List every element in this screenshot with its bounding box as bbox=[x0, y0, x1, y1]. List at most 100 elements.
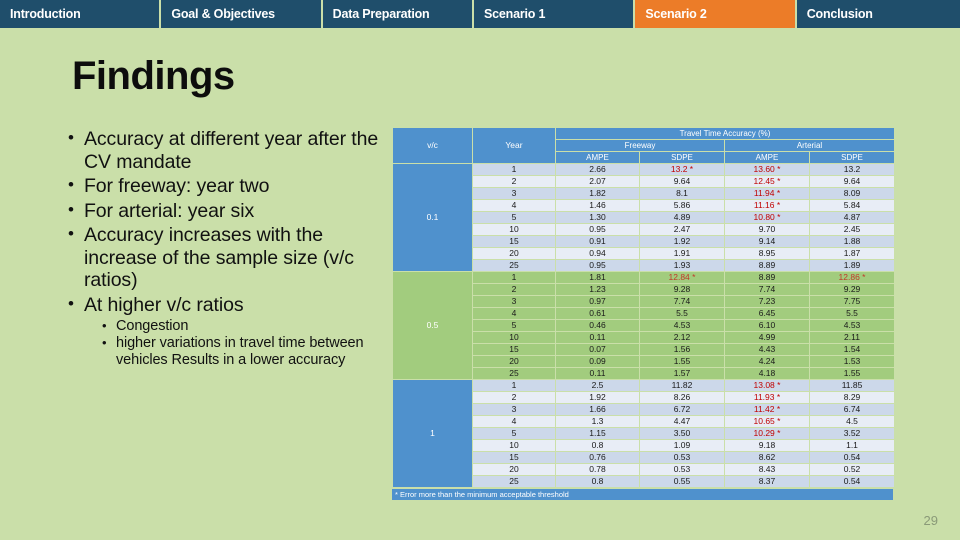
nav-tab-conclusion[interactable]: Conclusion bbox=[796, 0, 960, 28]
cell-year: 20 bbox=[473, 356, 555, 367]
cell-arterial-ampe: 11.93 * bbox=[725, 392, 809, 403]
cell-freeway-sdpe: 4.53 bbox=[640, 320, 724, 331]
cell-year: 3 bbox=[473, 188, 555, 199]
cell-arterial-sdpe: 0.54 bbox=[810, 452, 895, 463]
cell-year: 10 bbox=[473, 224, 555, 235]
cell-year: 2 bbox=[473, 284, 555, 295]
cell-arterial-sdpe: 8.29 bbox=[810, 392, 895, 403]
cell-arterial-sdpe: 1.55 bbox=[810, 368, 895, 379]
cell-freeway-ampe: 0.95 bbox=[556, 224, 639, 235]
cell-arterial-ampe: 10.80 * bbox=[725, 212, 809, 223]
nav-tab-scenario-2[interactable]: Scenario 2 bbox=[635, 0, 795, 28]
column-group-travel-time-accuracy: Travel Time Accuracy (%) bbox=[556, 128, 895, 139]
cell-freeway-sdpe: 0.55 bbox=[640, 476, 724, 487]
cell-year: 25 bbox=[473, 476, 555, 487]
cell-freeway-sdpe: 8.1 bbox=[640, 188, 724, 199]
cell-year: 5 bbox=[473, 212, 555, 223]
top-navigation-bar: Introduction Goal & Objectives Data Prep… bbox=[0, 0, 960, 28]
vc-group-cell: 1 bbox=[393, 380, 472, 487]
table-row: 0.1 1 2.66 13.2 * 13.60 * 13.2 bbox=[393, 164, 895, 271]
cell-freeway-ampe: 0.97 bbox=[556, 296, 639, 307]
cell-arterial-ampe: 8.89 bbox=[725, 260, 809, 271]
cell-freeway-ampe: 1.66 bbox=[556, 404, 639, 415]
cell-arterial-sdpe: 0.54 bbox=[810, 476, 895, 487]
cell-freeway-sdpe: 9.28 bbox=[640, 284, 724, 295]
cell-arterial-ampe: 4.43 bbox=[725, 344, 809, 355]
cell-arterial-ampe: 9.14 bbox=[725, 236, 809, 247]
cell-freeway-sdpe: 5.86 bbox=[640, 200, 724, 211]
cell-freeway-ampe: 0.94 bbox=[556, 248, 639, 259]
cell-arterial-sdpe: 1.54 bbox=[810, 344, 895, 355]
cell-arterial-sdpe: 0.52 bbox=[810, 464, 895, 475]
cell-year: 1 bbox=[473, 164, 555, 175]
cell-year: 4 bbox=[473, 200, 555, 211]
cell-year: 4 bbox=[473, 416, 555, 427]
cell-arterial-ampe: 9.18 bbox=[725, 440, 809, 451]
column-group-freeway: Freeway bbox=[556, 140, 724, 151]
cell-arterial-ampe: 4.18 bbox=[725, 368, 809, 379]
cell-freeway-sdpe: 6.72 bbox=[640, 404, 724, 415]
cell-freeway-ampe: 0.78 bbox=[556, 464, 639, 475]
cell-arterial-ampe: 13.60 * bbox=[725, 164, 809, 175]
nav-tab-data-preparation[interactable]: Data Preparation bbox=[322, 0, 473, 28]
cell-arterial-ampe: 10.65 * bbox=[725, 416, 809, 427]
cell-freeway-ampe: 0.8 bbox=[556, 476, 639, 487]
cell-arterial-ampe: 12.45 * bbox=[725, 176, 809, 187]
bullet-item: Accuracy increases with the increase of … bbox=[66, 223, 386, 292]
cell-freeway-sdpe: 1.09 bbox=[640, 440, 724, 451]
cell-freeway-sdpe: 12.84 * bbox=[640, 272, 724, 283]
cell-freeway-sdpe: 1.57 bbox=[640, 368, 724, 379]
cell-freeway-sdpe: 1.91 bbox=[640, 248, 724, 259]
table-row: 0.5 1 1.81 12.84 * 8.89 12.86 * bbox=[393, 272, 895, 379]
cell-freeway-ampe: 2.07 bbox=[556, 176, 639, 187]
cell-arterial-sdpe: 7.75 bbox=[810, 296, 895, 307]
cell-arterial-sdpe: 5.5 bbox=[810, 308, 895, 319]
table-header-row-1: v/c Year Travel Time Accuracy (%) bbox=[393, 128, 895, 163]
table-header: v/c Year Travel Time Accuracy (%) Freewa… bbox=[393, 128, 895, 163]
bullet-item: At higher v/c ratios bbox=[66, 293, 386, 317]
cell-arterial-ampe: 11.42 * bbox=[725, 404, 809, 415]
cell-freeway-sdpe: 0.53 bbox=[640, 452, 724, 463]
nav-tab-goal-objectives[interactable]: Goal & Objectives bbox=[161, 0, 321, 28]
cell-freeway-sdpe: 2.12 bbox=[640, 332, 724, 343]
cell-freeway-ampe: 0.8 bbox=[556, 440, 639, 451]
cell-freeway-sdpe: 1.92 bbox=[640, 236, 724, 247]
cell-arterial-ampe: 8.37 bbox=[725, 476, 809, 487]
nav-tab-scenario-1[interactable]: Scenario 1 bbox=[474, 0, 634, 28]
cell-arterial-sdpe: 8.09 bbox=[810, 188, 895, 199]
column-header-arterial-sdpe: SDPE bbox=[810, 152, 895, 163]
cell-arterial-ampe: 6.45 bbox=[725, 308, 809, 319]
cell-year: 2 bbox=[473, 392, 555, 403]
vc-group-cell: 0.5 bbox=[393, 272, 472, 379]
nav-tab-introduction[interactable]: Introduction bbox=[0, 0, 160, 28]
cell-arterial-sdpe: 9.64 bbox=[810, 176, 895, 187]
cell-arterial-sdpe: 1.53 bbox=[810, 356, 895, 367]
cell-arterial-sdpe: 5.84 bbox=[810, 200, 895, 211]
cell-arterial-ampe: 8.89 bbox=[725, 272, 809, 283]
cell-freeway-sdpe: 1.93 bbox=[640, 260, 724, 271]
travel-time-accuracy-table-container: v/c Year Travel Time Accuracy (%) Freewa… bbox=[392, 127, 895, 500]
cell-freeway-ampe: 1.15 bbox=[556, 428, 639, 439]
column-header-freeway-ampe: AMPE bbox=[556, 152, 639, 163]
cell-arterial-ampe: 7.23 bbox=[725, 296, 809, 307]
cell-freeway-ampe: 0.91 bbox=[556, 236, 639, 247]
cell-arterial-ampe: 11.16 * bbox=[725, 200, 809, 211]
cell-freeway-ampe: 2.66 bbox=[556, 164, 639, 175]
cell-freeway-ampe: 1.3 bbox=[556, 416, 639, 427]
slide-page-number: 29 bbox=[923, 513, 938, 528]
cell-arterial-sdpe: 4.87 bbox=[810, 212, 895, 223]
table-body: 0.1 1 2.66 13.2 * 13.60 * 13.2 2 2.07 9.64 12.45 … bbox=[393, 164, 895, 487]
cell-freeway-ampe: 1.30 bbox=[556, 212, 639, 223]
cell-year: 25 bbox=[473, 260, 555, 271]
cell-year: 25 bbox=[473, 368, 555, 379]
table-row: 1 1 2.5 11.82 13.08 * 11.85 bbox=[393, 380, 895, 487]
sub-bullet-item: higher variations in travel time between… bbox=[66, 334, 386, 369]
cell-year: 20 bbox=[473, 464, 555, 475]
cell-year: 1 bbox=[473, 272, 555, 283]
cell-freeway-sdpe: 9.64 bbox=[640, 176, 724, 187]
column-header-arterial-ampe: AMPE bbox=[725, 152, 809, 163]
cell-year: 5 bbox=[473, 428, 555, 439]
cell-arterial-ampe: 11.94 * bbox=[725, 188, 809, 199]
column-header-year: Year bbox=[473, 128, 555, 163]
cell-year: 15 bbox=[473, 452, 555, 463]
